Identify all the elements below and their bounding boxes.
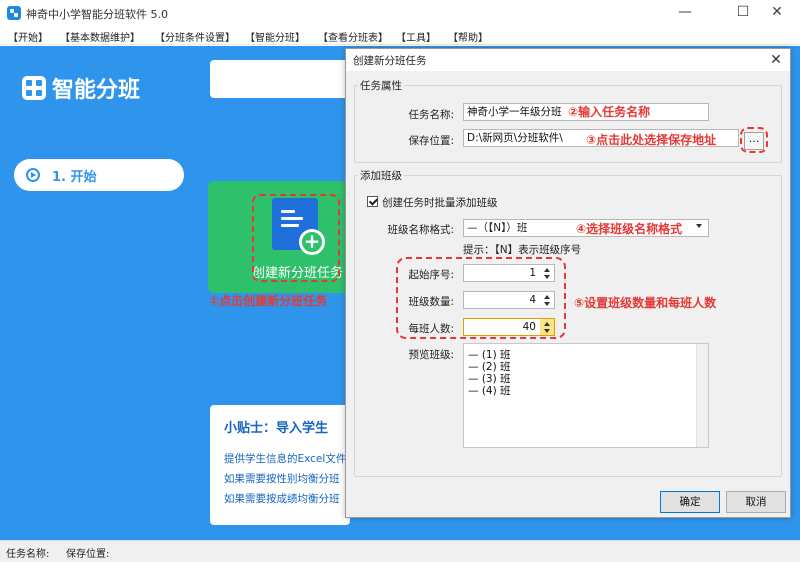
tip-line[interactable]: 如果需要按成绩均衡分班 xyxy=(224,491,340,506)
annotation-step-3: ③点击此处选择保存地址 xyxy=(586,133,717,147)
sidebar-item-start[interactable]: 1. 开始 xyxy=(14,159,184,191)
menu-view-table[interactable]: 【查看分班表】 xyxy=(318,29,388,44)
menu-help[interactable]: 【帮助】 xyxy=(448,29,488,44)
batch-add-checkbox[interactable] xyxy=(367,196,378,207)
ok-button[interactable]: 确定 xyxy=(660,491,720,513)
annotation-highlight-spinners xyxy=(396,257,566,339)
play-circle-icon xyxy=(26,168,40,182)
preview-list[interactable]: — (1) 班 — (2) 班 — (3) 班 — (4) 班 xyxy=(463,343,709,448)
logo-icon xyxy=(22,76,46,100)
menu-basic-data[interactable]: 【基本数据维护】 xyxy=(60,29,140,44)
minimize-button[interactable]: — xyxy=(662,0,708,25)
dialog-title: 创建新分班任务 xyxy=(353,55,427,67)
format-value: —（【N】）班 xyxy=(467,222,528,234)
menu-smart-grouping[interactable]: 【智能分班】 xyxy=(245,29,305,44)
tip-line[interactable]: 提供学生信息的Excel文件 xyxy=(224,451,346,466)
annotation-highlight-browse xyxy=(740,127,768,153)
create-task-dialog: 创建新分班任务 ✕ 任务属性 任务名称: 神奇小学一年级分班 ②输入任务名称 保… xyxy=(345,48,791,518)
annotation-step-2: ②输入任务名称 xyxy=(568,105,651,119)
annotation-highlight-create xyxy=(252,194,340,282)
preview-scrollbar[interactable] xyxy=(696,344,708,447)
menu-start[interactable]: 【开始】 xyxy=(8,29,48,44)
sidebar-item-label: 1. 开始 xyxy=(52,170,97,185)
annotation-step-5: ⑤设置班级数量和每班人数 xyxy=(574,296,717,310)
menu-tools[interactable]: 【工具】 xyxy=(396,29,436,44)
task-attributes-group xyxy=(354,85,782,163)
tip-line[interactable]: 如果需要按性别均衡分班 xyxy=(224,471,340,486)
window-title: 神奇中小学智能分班软件 5.0 xyxy=(26,8,168,21)
dialog-title-bar: 创建新分班任务 ✕ xyxy=(346,49,790,71)
dialog-close-button[interactable]: ✕ xyxy=(766,50,786,70)
status-save-path: 保存位置: xyxy=(66,549,110,560)
menu-conditions[interactable]: 【分班条件设置】 xyxy=(155,29,235,44)
annotation-step-4: ④选择班级名称格式 xyxy=(576,222,683,236)
close-button[interactable]: ✕ xyxy=(754,0,800,25)
app-icon xyxy=(7,6,21,20)
annotation-step-1: ①点击创建新分班任务 xyxy=(209,294,328,308)
logo-text: 智能分班 xyxy=(52,78,141,103)
task-name-label: 任务名称: xyxy=(408,109,454,121)
list-item: — (4) 班 xyxy=(468,385,511,397)
tips-title: 小贴士：导入学生 xyxy=(224,421,329,436)
menu-bar: 【开始】 【基本数据维护】 【分班条件设置】 【智能分班】 【查看分班表】 【工… xyxy=(0,25,800,45)
cancel-button[interactable]: 取消 xyxy=(726,491,786,513)
add-class-title: 添加班级 xyxy=(358,168,404,183)
top-card xyxy=(210,60,360,98)
format-label: 班级名称格式: xyxy=(387,224,454,236)
batch-add-label: 创建任务时批量添加班级 xyxy=(382,197,498,209)
format-hint: 提示：【N】表示班级序号 xyxy=(463,244,582,256)
sidebar: 智能分班 1. 开始 xyxy=(0,46,195,540)
task-attributes-title: 任务属性 xyxy=(358,78,404,93)
title-bar: 神奇中小学智能分班软件 5.0 — ☐ ✕ xyxy=(0,0,800,25)
preview-label: 预览班级: xyxy=(408,349,454,361)
save-path-label: 保存位置: xyxy=(408,135,454,147)
status-task-name: 任务名称: xyxy=(6,549,50,560)
chevron-down-icon xyxy=(696,224,702,228)
status-bar: 任务名称: 保存位置: xyxy=(0,540,800,562)
tips-card: 小贴士：导入学生 提供学生信息的Excel文件 如果需要按性别均衡分班 如果需要… xyxy=(210,405,350,525)
